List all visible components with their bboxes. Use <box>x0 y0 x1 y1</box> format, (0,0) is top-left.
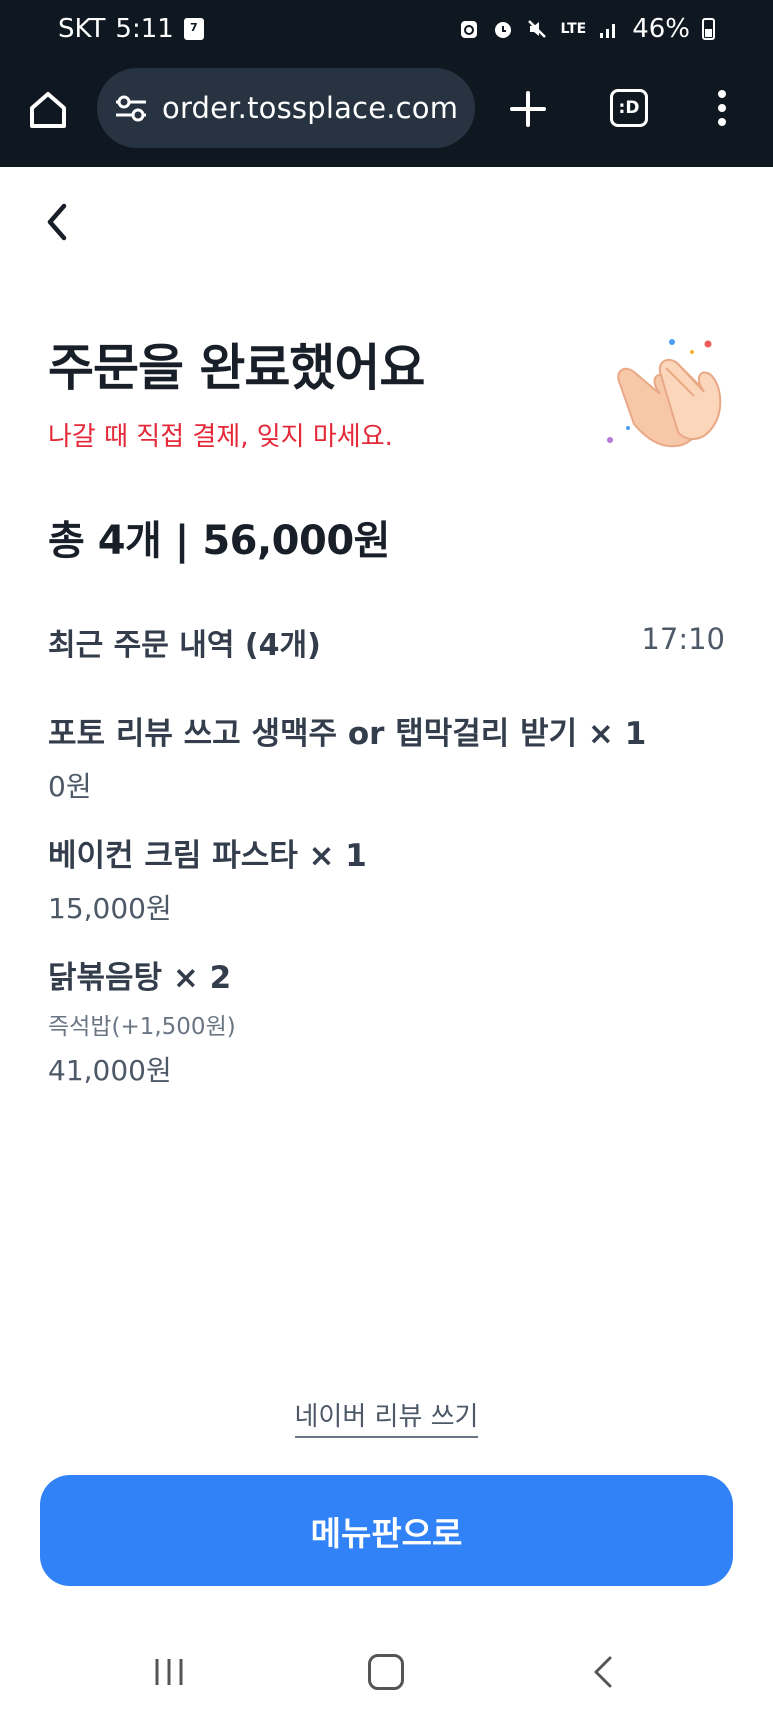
item-name: 베이컨 크림 파스타 × 1 <box>48 838 367 874</box>
nav-back-icon[interactable] <box>590 1654 616 1690</box>
nav-recent-icon[interactable] <box>152 1656 186 1688</box>
battery-icon <box>702 18 715 40</box>
signal-icon <box>600 24 616 38</box>
battery-percent: 46% <box>632 14 690 44</box>
plus-icon[interactable] <box>506 87 550 131</box>
list-item: 포토 리뷰 쓰고 생맥주 or 탭막걸리 받기 × 1 0원 <box>48 708 646 805</box>
nav-home-icon[interactable] <box>368 1654 404 1690</box>
naver-review-link-wrap: 네이버 리뷰 쓰기 <box>0 1396 773 1438</box>
status-right: LTE 46% <box>458 14 715 44</box>
home-icon[interactable] <box>26 88 70 132</box>
carrier-label: SKT <box>58 14 106 44</box>
tabs-button[interactable]: :D <box>610 89 648 127</box>
recycle-icon <box>461 21 478 38</box>
naver-review-link[interactable]: 네이버 리뷰 쓰기 <box>294 1402 479 1438</box>
item-price: 0원 <box>48 770 92 803</box>
page-title: 주문을 완료했어요 <box>48 339 425 397</box>
clock: 5:11 <box>115 14 174 44</box>
status-bar: SKT 5:11 7 LTE 46% <box>0 0 773 62</box>
system-nav-bar <box>0 1620 773 1718</box>
more-vert-icon[interactable] <box>712 86 732 130</box>
item-option: 즉석밥(+1,500원) <box>48 1014 236 1040</box>
clapping-hands-icon <box>607 339 722 448</box>
menu-button[interactable]: 메뉴판으로 <box>40 1475 733 1586</box>
item-name: 닭볶음탕 × 2 <box>48 960 232 996</box>
calendar-icon: 7 <box>183 18 204 40</box>
list-item: 베이컨 크림 파스타 × 1 15,000원 <box>48 830 367 927</box>
back-arrow-icon[interactable] <box>36 196 80 248</box>
url-text: order.tossplace.com <box>162 91 459 125</box>
browser-chrome: SKT 5:11 7 LTE 46% order.tossplace.com:… <box>0 0 773 167</box>
tune-icon[interactable] <box>114 93 148 123</box>
browser-toolbar: order.tossplace.com :D <box>0 62 773 167</box>
item-price: 15,000원 <box>48 892 172 925</box>
network-label: LTE <box>560 20 587 37</box>
alarm-icon <box>495 22 512 38</box>
order-time: 17:10 <box>641 622 725 656</box>
recent-orders-title: 최근 주문 내역 (4개) <box>48 628 321 663</box>
item-price: 41,000원 <box>48 1054 172 1087</box>
payment-reminder: 나갈 때 직접 결제, 잊지 마세요. <box>48 422 393 452</box>
address-bar[interactable]: order.tossplace.com <box>97 68 475 148</box>
list-item: 닭볶음탕 × 2 즉석밥(+1,500원) 41,000원 <box>48 952 236 1089</box>
order-total: 총 4개 | 56,000원 <box>48 518 390 564</box>
status-left: SKT 5:11 7 <box>58 14 204 44</box>
mute-icon <box>528 20 547 38</box>
item-name: 포토 리뷰 쓰고 생맥주 or 탭막걸리 받기 × 1 <box>48 716 647 752</box>
